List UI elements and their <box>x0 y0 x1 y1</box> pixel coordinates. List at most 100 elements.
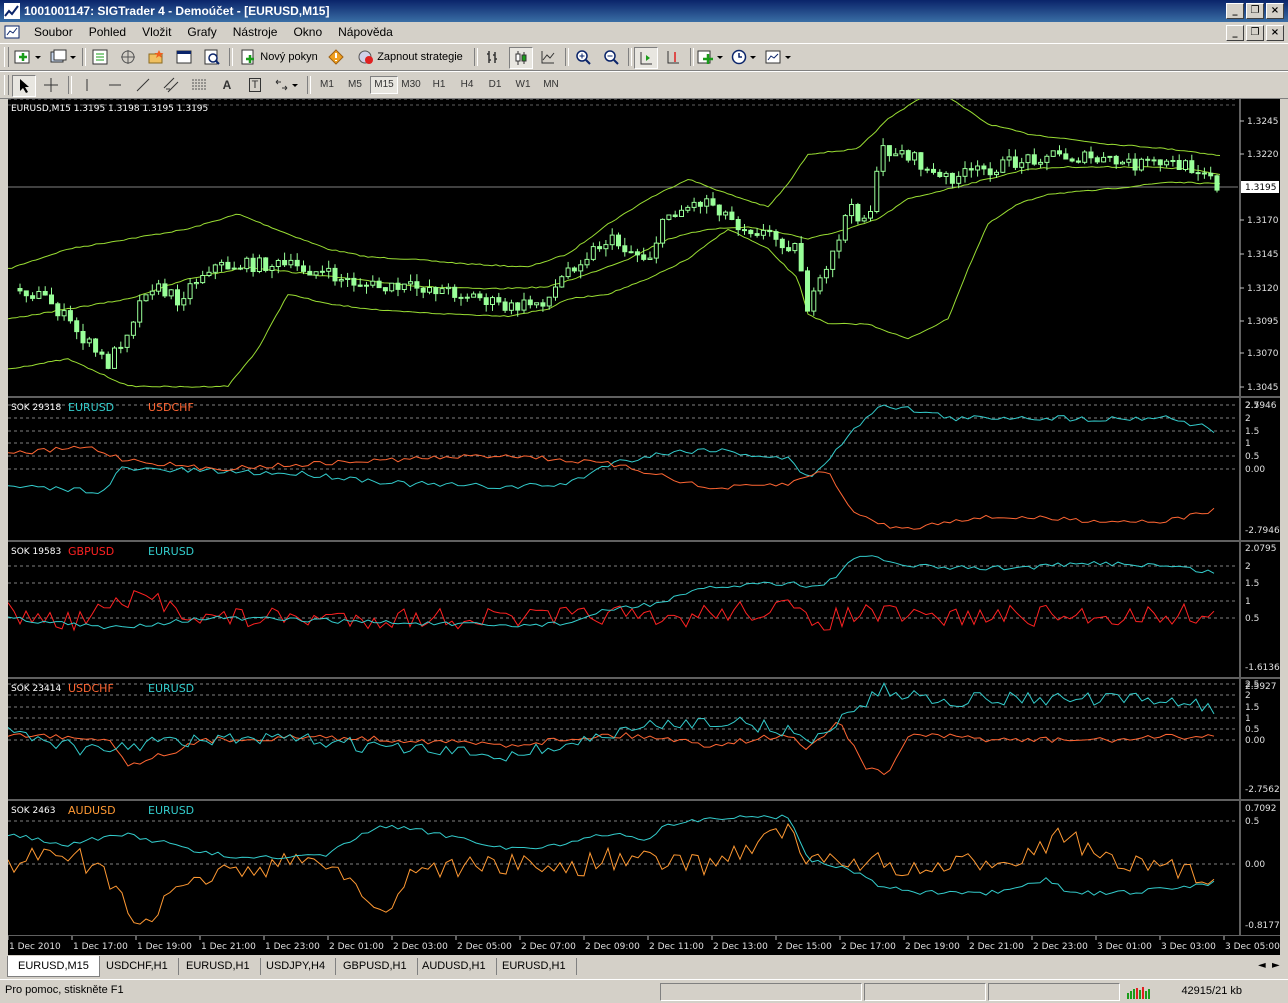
tab-scroll-left-icon[interactable]: ◄ <box>1258 960 1266 971</box>
candle-body <box>805 270 810 312</box>
tab-audusd-h1[interactable]: AUDUSD,H1 <box>412 958 497 975</box>
menu-file[interactable]: Soubor <box>26 25 81 39</box>
tab-eurusd-m15[interactable]: EURUSD,M15 <box>7 956 100 977</box>
zoom-out-button[interactable] <box>600 47 622 67</box>
chart-canvas[interactable]: 1.3245 1.3220 1.3170 1.3145 1.3120 1.3095 1.30… <box>8 99 1280 955</box>
candle-body <box>868 211 873 219</box>
candle-body <box>546 296 552 307</box>
bar-chart-button[interactable] <box>481 47 503 67</box>
equidistant-channel-tool[interactable] <box>160 75 182 95</box>
candle-body <box>382 287 388 292</box>
restore-button[interactable]: ❐ <box>1246 3 1264 19</box>
start-strategy-button[interactable]: Zapnout strategie <box>352 47 468 67</box>
trendline-tool[interactable] <box>132 75 154 95</box>
crosshair-tool[interactable] <box>40 75 62 95</box>
candle-body <box>1050 150 1056 157</box>
line-chart-icon <box>541 51 555 64</box>
candle-body <box>452 286 458 298</box>
expert-advisor-button[interactable] <box>325 47 347 67</box>
templates-button[interactable] <box>764 47 794 67</box>
strategy-tester-button[interactable] <box>201 47 223 67</box>
cursor-tool[interactable] <box>12 75 36 97</box>
menu-insert[interactable]: Vložit <box>134 25 179 39</box>
candle-body <box>1006 156 1012 161</box>
timeframe-m5[interactable]: M5 <box>342 76 368 94</box>
profiles-button[interactable] <box>48 47 78 67</box>
candle-body <box>231 267 237 270</box>
candle-body <box>332 267 338 282</box>
periods-button[interactable] <box>730 47 760 67</box>
candle-body <box>905 150 911 161</box>
menu-charts[interactable]: Grafy <box>179 25 224 39</box>
timeframe-m30[interactable]: M30 <box>398 76 424 94</box>
menu-help[interactable]: Nápověda <box>330 25 401 39</box>
zoom-in-button[interactable] <box>572 47 594 67</box>
line-chart-button[interactable] <box>537 47 559 67</box>
indicator-series1-label: USDCHF <box>68 682 114 695</box>
toolbar-grip-2[interactable] <box>4 75 9 95</box>
candle-body <box>345 277 351 280</box>
timeframe-m1[interactable]: M1 <box>314 76 340 94</box>
indicator-id-label: SOK 19583 <box>11 547 61 557</box>
price-tick-label: 1.3145 <box>1247 250 1279 260</box>
timeframe-w1[interactable]: W1 <box>510 76 536 94</box>
status-bar: Pro pomoc, stiskněte F1 42915/21 kb <box>0 979 1288 1003</box>
candle-body <box>1189 160 1195 174</box>
data-window-button[interactable] <box>117 47 139 67</box>
market-watch-button[interactable] <box>89 47 111 67</box>
mdi-close-button[interactable]: × <box>1266 25 1284 41</box>
minimize-button[interactable]: _ <box>1226 3 1244 19</box>
chart-window-icon[interactable] <box>4 24 20 40</box>
terminal-button[interactable] <box>173 47 195 67</box>
fibonacci-tool[interactable] <box>188 75 210 95</box>
vertical-line-tool[interactable] <box>76 75 98 95</box>
chart-shift-button[interactable] <box>662 47 684 67</box>
text-label-tool[interactable]: T <box>244 75 266 95</box>
mdi-restore-button[interactable]: ❐ <box>1246 25 1264 41</box>
arrows-tool[interactable] <box>272 75 302 95</box>
menu-window[interactable]: Okno <box>285 25 330 39</box>
navigator-button[interactable] <box>145 47 167 67</box>
menu-view[interactable]: Pohled <box>81 25 134 39</box>
indicators-button[interactable] <box>696 47 726 67</box>
timeframe-mn[interactable]: MN <box>538 76 564 94</box>
tab-scroll-right-icon[interactable]: ► <box>1272 960 1280 971</box>
tab-eurusd-h1-2[interactable]: EURUSD,H1 <box>492 958 577 975</box>
timeframe-h1[interactable]: H1 <box>426 76 452 94</box>
candle-body <box>616 234 621 247</box>
candle-body <box>1214 175 1220 191</box>
candle-body <box>471 293 477 298</box>
horizontal-line-tool[interactable] <box>104 75 126 95</box>
timeframe-m15[interactable]: M15 <box>370 76 398 94</box>
indicator-pane: 0.5 0.00 0.7092 -0.8177 SOK 2463 AUDUSD EURUSD <box>8 801 1280 937</box>
text-tool[interactable]: A <box>216 75 238 95</box>
timeframe-h4[interactable]: H4 <box>454 76 480 94</box>
timeframe-d1[interactable]: D1 <box>482 76 508 94</box>
tab-usdchf-h1[interactable]: USDCHF,H1 <box>96 958 179 975</box>
tab-usdjpy-h4[interactable]: USDJPY,H4 <box>256 958 337 975</box>
tab-gbpusd-h1[interactable]: GBPUSD,H1 <box>333 958 418 975</box>
market-watch-icon <box>92 49 108 65</box>
candle-body <box>86 338 92 344</box>
close-button[interactable]: × <box>1266 3 1284 19</box>
time-label: 2 Dec 15:00 <box>777 942 832 952</box>
chart-window[interactable]: 1.3245 1.3220 1.3170 1.3145 1.3120 1.3095 1.30… <box>8 99 1280 955</box>
indicator-tick-label: 0.00 <box>1245 99 1265 102</box>
candlestick-chart-button[interactable] <box>509 47 533 69</box>
candle-body <box>798 243 804 272</box>
price-pane[interactable]: 1.3245 1.3220 1.3170 1.3145 1.3120 1.3095 1.30… <box>8 99 1280 398</box>
status-cell <box>988 983 1120 1001</box>
new-chart-button[interactable] <box>12 47 44 67</box>
auto-scroll-button[interactable] <box>634 47 658 69</box>
candle-body <box>124 334 130 348</box>
indicator-tick-label: 0.5 <box>1245 614 1259 624</box>
bar-chart-icon <box>487 51 497 63</box>
new-order-button[interactable]: Nový pokyn <box>236 47 322 67</box>
toolbar-grip[interactable] <box>4 47 9 67</box>
candle-body <box>811 290 817 312</box>
candle-body <box>899 150 905 155</box>
menu-tools[interactable]: Nástroje <box>225 25 286 39</box>
tab-eurusd-h1[interactable]: EURUSD,H1 <box>176 958 261 975</box>
mdi-minimize-button[interactable]: _ <box>1226 25 1244 41</box>
candle-body <box>943 172 949 178</box>
